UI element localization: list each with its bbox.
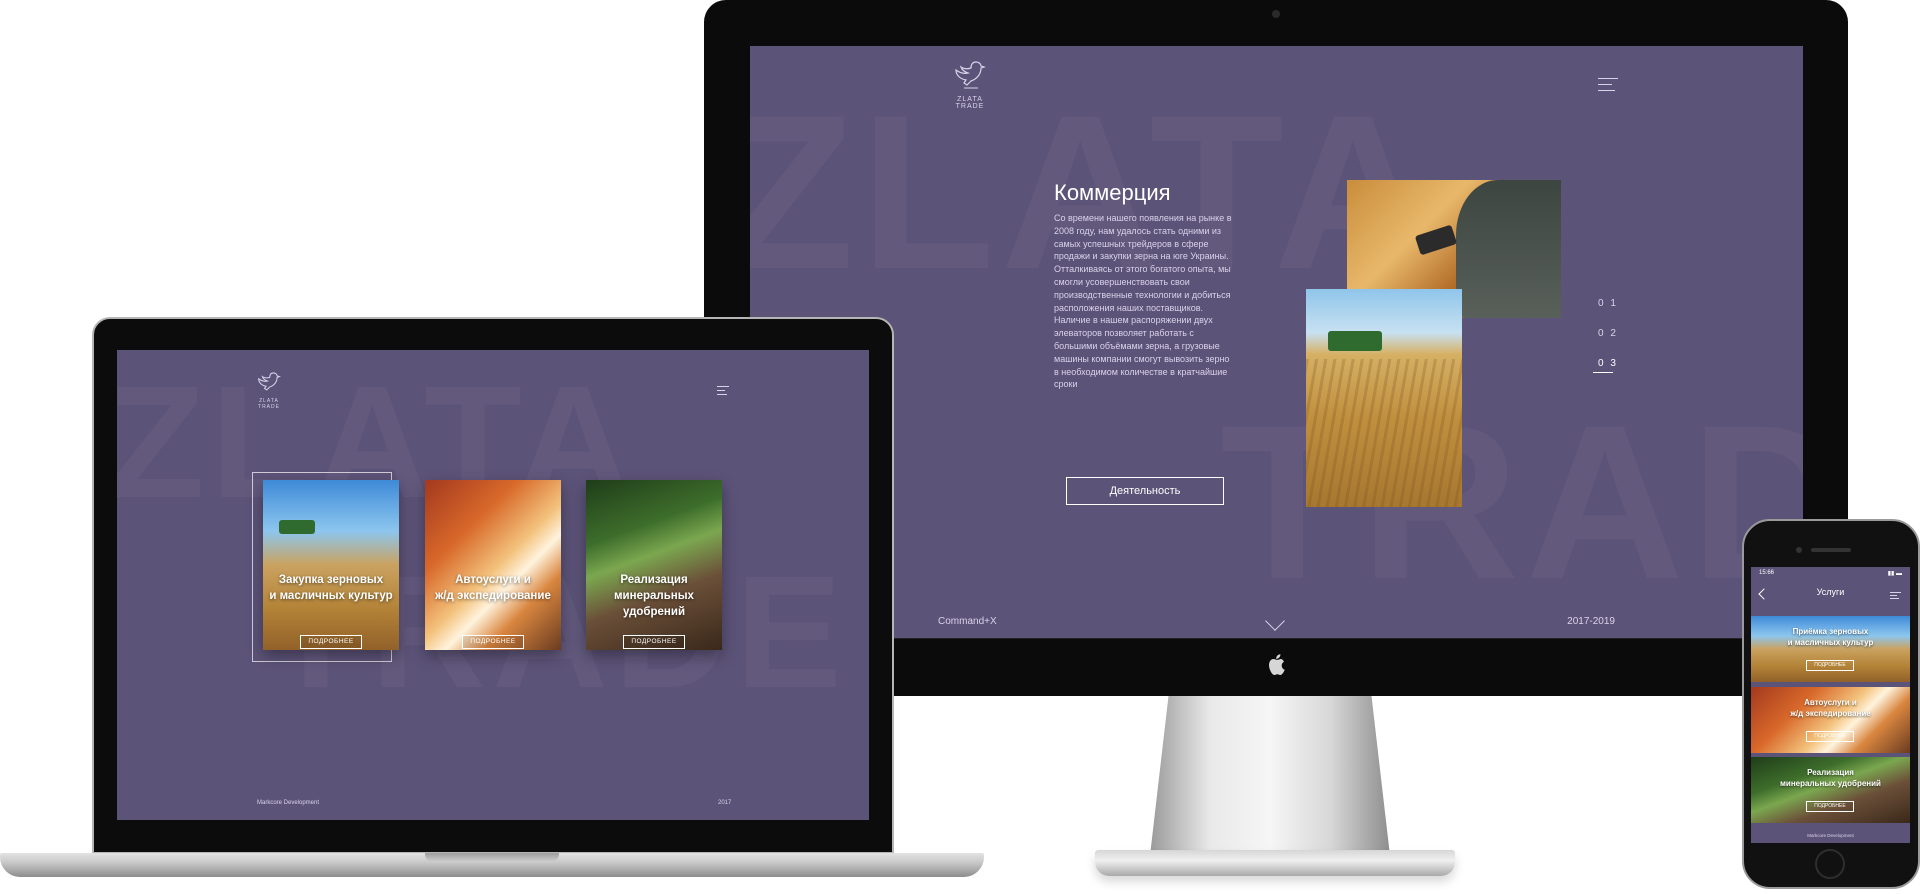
footer-right: 2017 xyxy=(718,800,732,806)
details-button[interactable]: ПОДРОБНЕЕ xyxy=(623,635,685,649)
card-title: Автоуслуги и ж/д экспедирование xyxy=(435,574,551,602)
imac-base xyxy=(1095,850,1455,876)
menu-icon[interactable] xyxy=(1598,78,1618,96)
tablet-icon xyxy=(1414,224,1458,256)
brand-logo[interactable]: ZLATA TRADE xyxy=(946,58,994,110)
card-title: Приёмка зерновых и масличных культур xyxy=(1787,627,1874,647)
details-button[interactable]: ПОДРОБНЕЕ xyxy=(1806,731,1854,742)
laptop-screen: ZLATA TRADE ZLATA TRADE Закупка зерновых… xyxy=(117,350,869,820)
logo-text: ZLATA TRADE xyxy=(955,96,985,110)
laptop-notch xyxy=(425,853,559,862)
status-time: 15:66 xyxy=(1759,570,1775,576)
service-card-grain[interactable]: Закупка зерновых и масличных культур ПОДР… xyxy=(263,480,399,650)
service-card-fertilizer[interactable]: Реализация минеральных удобрений ПОДРОБНЕ… xyxy=(586,480,722,650)
card-title: Реализация минеральных удобрений xyxy=(1780,768,1881,788)
menu-icon[interactable] xyxy=(717,386,729,398)
slide-nav-2[interactable]: 0 2 xyxy=(1598,328,1618,339)
card-title: Реализация минеральных удобрений xyxy=(614,574,694,618)
footer-left: Command+X xyxy=(938,616,997,627)
footer-left: Markcore Development xyxy=(257,800,320,806)
camera-icon xyxy=(1796,547,1802,553)
combine-icon xyxy=(279,520,315,534)
combine-field-photo xyxy=(1306,289,1462,507)
card-title: Закупка зерновых и масличных культур xyxy=(269,574,393,602)
home-button[interactable] xyxy=(1815,849,1845,879)
slide-nav-1[interactable]: 0 1 xyxy=(1598,298,1618,309)
imac-stand xyxy=(1150,690,1390,870)
eagle-logo-icon xyxy=(258,372,281,391)
page-title: Коммерция xyxy=(1054,180,1171,205)
details-button[interactable]: ПОДРОБНЕЕ xyxy=(300,635,362,649)
footer: Markcore Development xyxy=(1807,833,1854,838)
phone-screen: 15:66 ▮▮ ▬ Услуги Приёмка зерновых и масл… xyxy=(1751,567,1910,843)
card-title: Автоуслуги и ж/д экспедирование xyxy=(1790,698,1871,718)
combine-icon xyxy=(1328,331,1382,351)
service-card-fertilizer[interactable]: Реализация минеральных удобрений ПОДРОБНЕ… xyxy=(1751,757,1910,823)
page-description: Со времени нашего появления на рынке в 2… xyxy=(1054,213,1232,390)
eagle-logo-icon xyxy=(955,61,986,89)
speaker-icon xyxy=(1811,548,1851,552)
camera-icon xyxy=(1272,10,1280,18)
slide-nav-3[interactable]: 0 3 xyxy=(1598,358,1618,369)
service-card-grain[interactable]: Приёмка зерновых и масличных культур ПОДР… xyxy=(1751,616,1910,682)
status-icons: ▮▮ ▬ xyxy=(1887,571,1902,577)
footer-right: 2017-2019 xyxy=(1567,616,1615,627)
logo-text: ZLATA TRADE xyxy=(258,398,280,410)
service-card-transport[interactable]: Автоуслуги и ж/д экспедирование ПОДРОБНЕЕ xyxy=(1751,687,1910,753)
service-card-transport[interactable]: Автоуслуги и ж/д экспедирование ПОДРОБНЕЕ xyxy=(425,480,561,650)
activity-button[interactable]: Деятельность xyxy=(1066,477,1224,505)
brand-logo[interactable]: ZLATA TRADE xyxy=(251,370,287,410)
details-button[interactable]: ПОДРОБНЕЕ xyxy=(462,635,524,649)
apple-logo-icon xyxy=(1266,653,1288,679)
active-nav-underline xyxy=(1593,372,1613,373)
imac-screen: ZLATA TRADE ZLATA TRADE Коммерция Со вре… xyxy=(750,46,1803,638)
menu-icon[interactable] xyxy=(1890,592,1901,601)
screen-title: Услуги xyxy=(1816,587,1845,597)
details-button[interactable]: ПОДРОБНЕЕ xyxy=(1806,801,1854,812)
details-button[interactable]: ПОДРОБНЕЕ xyxy=(1806,660,1854,671)
